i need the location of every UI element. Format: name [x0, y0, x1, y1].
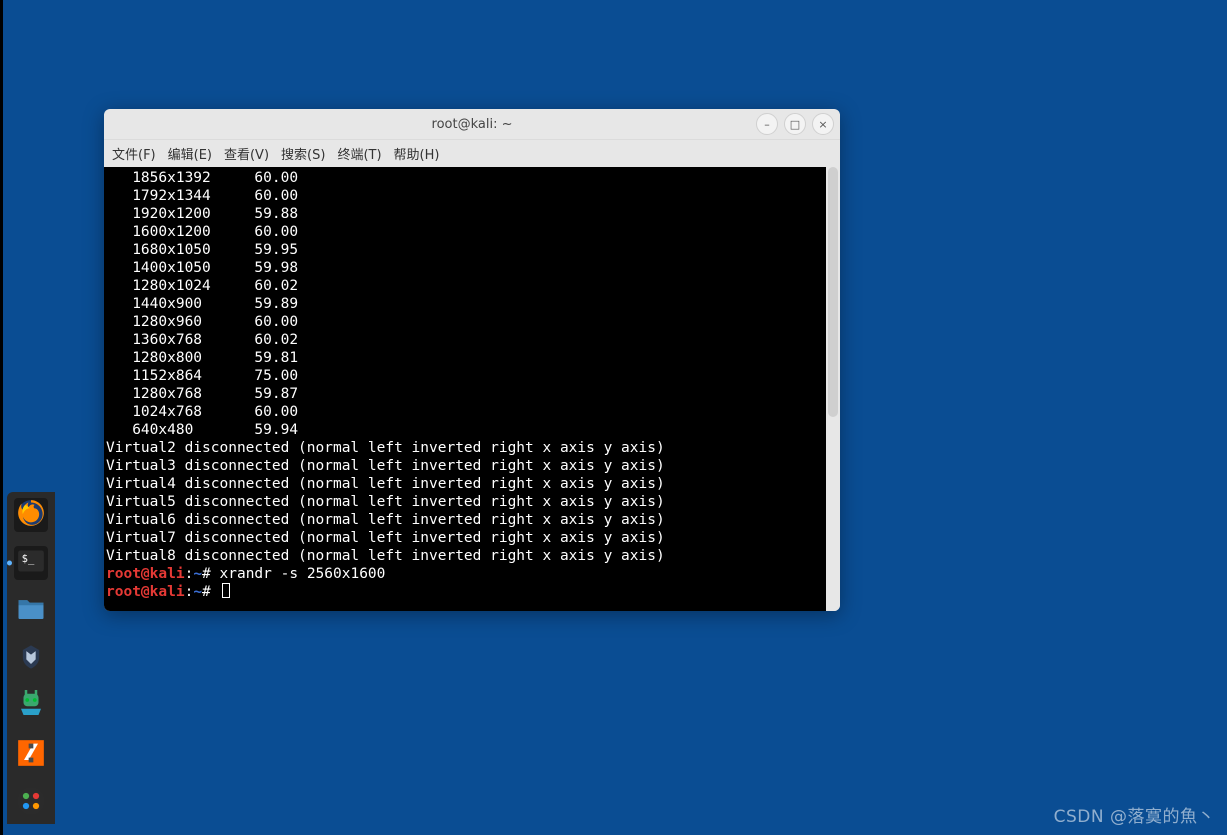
close-button[interactable]: ×	[812, 113, 834, 135]
burpsuite-icon	[17, 739, 45, 771]
user-tool-icon	[16, 690, 46, 724]
menu-item-5[interactable]: 帮助(H)	[394, 144, 440, 163]
terminal-window: root@kali: ~ – □ × 文件(F) 编辑(E) 查看(V) 搜索(S) 终…	[104, 109, 840, 611]
dock-item-apps[interactable]	[14, 786, 48, 820]
menu-item-3[interactable]: 搜索(S)	[281, 144, 325, 163]
scroll-thumb[interactable]	[828, 167, 838, 417]
files-icon	[16, 594, 46, 628]
menu-item-2[interactable]: 查看(V)	[224, 144, 269, 163]
dock-item-metasploit[interactable]	[14, 642, 48, 676]
cursor	[222, 583, 230, 598]
apps-icon	[16, 786, 46, 820]
prompt-user: root@kali	[106, 566, 185, 582]
dock: $_	[7, 492, 55, 824]
titlebar[interactable]: root@kali: ~ – □ ×	[104, 109, 840, 139]
dock-item-burpsuite[interactable]	[14, 738, 48, 772]
window-controls: – □ ×	[756, 113, 834, 135]
dock-item-files[interactable]	[14, 594, 48, 628]
prompt-path: ~	[193, 584, 202, 600]
terminal-icon: $_	[17, 547, 45, 579]
dock-item-terminal[interactable]: $_	[14, 546, 48, 580]
minimize-button[interactable]: –	[756, 113, 778, 135]
window-title: root@kali: ~	[432, 117, 513, 132]
dock-item-user-tool[interactable]	[14, 690, 48, 724]
terminal-output[interactable]: 1856x1392 60.00 1792x1344 60.00 1920x120…	[104, 167, 826, 611]
menu-item-0[interactable]: 文件(F)	[112, 144, 156, 163]
scrollbar[interactable]	[826, 167, 840, 611]
prompt-user: root@kali	[106, 584, 185, 600]
prompt-path: ~	[193, 566, 202, 582]
active-indicator	[7, 561, 12, 566]
dock-item-firefox[interactable]	[14, 498, 48, 532]
svg-text:$_: $_	[22, 553, 35, 565]
watermark: CSDN @落寞的魚丶	[1054, 802, 1215, 827]
menubar: 文件(F) 编辑(E) 查看(V) 搜索(S) 终端(T) 帮助(H)	[104, 139, 840, 167]
maximize-button[interactable]: □	[784, 113, 806, 135]
metasploit-icon	[17, 643, 45, 675]
firefox-icon	[17, 499, 45, 531]
menu-item-1[interactable]: 编辑(E)	[168, 144, 212, 163]
menu-item-4[interactable]: 终端(T)	[337, 144, 381, 163]
